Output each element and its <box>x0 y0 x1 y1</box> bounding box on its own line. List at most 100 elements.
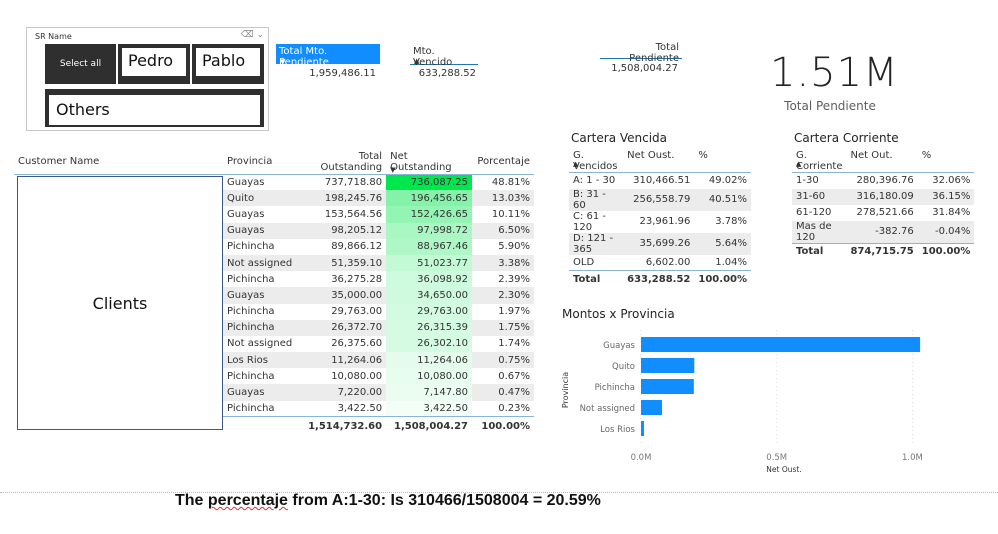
column-header-g-corriente[interactable]: G. Corriente ▲ <box>792 146 847 173</box>
net-outstanding-cell: 88,967.46 <box>386 238 473 255</box>
bar-guayas <box>641 337 921 352</box>
net-outstanding-cell: 7,147.80 <box>386 384 473 401</box>
x-tick-label: 0.5M <box>766 453 787 463</box>
table-row[interactable]: B: 31 - 60 256,558.79 40.51% <box>569 188 751 211</box>
group-cell: C: 61 - 120 <box>573 210 607 233</box>
slicer-option-select-all[interactable]: Select all <box>45 44 116 84</box>
group-cell: A: 1 - 30 <box>573 175 616 187</box>
group-cell: 61-120 <box>796 207 832 218</box>
slicer-option-label: Pedro <box>122 48 186 76</box>
column-header-g-vencidos[interactable]: G. Vencidos ▲ <box>569 146 624 173</box>
total-outstanding-cell: 26,372.70 <box>296 319 387 336</box>
column-header-total-outstanding[interactable]: Total Outstanding <box>296 150 387 175</box>
net-outstanding-cell: 736,087.25 <box>386 174 473 191</box>
table-total-row: Total 633,288.52 100.00% <box>569 270 751 288</box>
porcentaje-cell: 2.39% <box>498 273 530 285</box>
y-tick-label: Guayas <box>603 341 635 351</box>
provincia-cell: Pichincha <box>227 306 275 318</box>
eraser-icon[interactable]: ⌫ <box>241 30 254 40</box>
table-row[interactable]: 31-60 316,180.09 36.15% <box>792 188 975 205</box>
table-row[interactable]: 1-30 280,396.76 32.06% <box>792 173 974 189</box>
cartera-vencida-table: G. Vencidos ▲ Net Oust. % A: 1 - 30 310,46… <box>569 146 751 288</box>
slicer-option-pedro[interactable]: Pedro <box>118 44 190 84</box>
bar-quito <box>641 358 695 373</box>
kpi-header-total-pendiente[interactable]: Total Pendiente <box>600 40 682 64</box>
percent-cell: 5.64% <box>694 232 751 255</box>
net-cell: 6,602.00 <box>645 256 691 268</box>
provincia-cell: Pichincha <box>227 241 275 253</box>
net-cell: 310,466.51 <box>633 175 691 187</box>
total-outstanding-cell: 10,080.00 <box>331 370 383 382</box>
column-header-provincia[interactable]: Provincia <box>223 150 297 175</box>
porcentaje-cell: 0.75% <box>472 352 534 369</box>
net-cell: 23,961.96 <box>639 216 691 227</box>
misspelled-word: percentaje <box>207 492 288 509</box>
provincia-cell: Pichincha <box>227 402 275 414</box>
slicer-option-pablo[interactable]: Pablo <box>192 44 264 84</box>
net-outstanding-total: 1,508,004.27 <box>386 416 473 435</box>
column-header-porcentaje[interactable]: Porcentaje <box>472 150 534 175</box>
table-total-row: Total 874,715.75 100.00% <box>792 242 975 260</box>
total-outstanding-cell: 3,422.50 <box>337 402 383 414</box>
slicer-option-others[interactable]: Others <box>45 89 264 127</box>
column-header-percent[interactable]: % <box>694 146 751 173</box>
provincia-cell: Guayas <box>227 208 265 220</box>
table-row[interactable]: A: 1 - 30 310,466.51 49.02% <box>569 173 751 189</box>
porcentaje-cell: 48.81% <box>491 176 530 188</box>
group-cell: D: 121 - 365 <box>569 232 624 255</box>
sort-desc-icon: ▼ <box>390 165 396 174</box>
net-outstanding-cell: 36,098.92 <box>386 271 473 288</box>
net-total: 633,288.52 <box>623 270 695 288</box>
kpi-header-mto-vencido[interactable]: Mto. Vencido ▲ <box>410 44 478 68</box>
provincia-cell: Guayas <box>223 287 297 304</box>
table-row[interactable]: D: 121 - 365 35,699.26 5.64% <box>569 232 751 255</box>
chevron-down-icon[interactable]: ⌄ <box>256 30 264 40</box>
kpi-value-total-mto-pendiente: 1,959,486.11 <box>309 68 376 79</box>
sr-name-slicer: SR Name ⌫ ⌄ Select all Pedro Pablo Other… <box>26 27 269 131</box>
column-header-percent[interactable]: % <box>917 146 975 173</box>
column-header-customer-name[interactable]: Customer Name <box>14 150 224 175</box>
y-tick-label: Not assigned <box>580 404 635 414</box>
kpi-header-total-mto-pendiente[interactable]: Total Mto. Pendiente ▼ <box>276 44 380 68</box>
table-row[interactable]: 61-120 278,521.66 31.84% <box>792 205 974 221</box>
porcentaje-cell: 6.50% <box>472 222 534 239</box>
net-outstanding-cell: 97,998.72 <box>386 222 473 239</box>
percent-cell: -0.04% <box>917 220 975 243</box>
porcentaje-total: 100.00% <box>472 416 534 435</box>
percent-cell: 1.04% <box>715 256 747 268</box>
column-header-label: G. Vencidos <box>573 150 618 172</box>
net-cell: 35,699.26 <box>623 232 695 255</box>
slicer-title: SR Name <box>35 32 72 41</box>
net-outstanding-cell: 196,456.65 <box>386 190 473 207</box>
porcentaje-cell: 13.03% <box>472 190 534 207</box>
table-row[interactable]: C: 61 - 120 23,961.96 3.78% <box>569 211 751 233</box>
cartera-corriente-title: Cartera Corriente <box>794 131 899 145</box>
provincia-cell: Pichincha <box>223 319 297 336</box>
net-outstanding-cell: 152,426.65 <box>386 206 473 223</box>
provincia-cell: Guayas <box>223 384 297 401</box>
net-total: 874,715.75 <box>846 242 918 260</box>
group-cell: B: 31 - 60 <box>569 188 624 211</box>
provincia-cell: Pichincha <box>227 273 275 285</box>
column-header-net-oust[interactable]: Net Oust. <box>623 146 695 173</box>
total-outstanding-cell: 11,264.06 <box>296 352 387 369</box>
porcentaje-cell: 2.30% <box>472 287 534 304</box>
total-outstanding-cell: 26,375.60 <box>331 338 383 350</box>
table-row[interactable]: Mas de 120 -382.76 -0.04% <box>792 220 975 243</box>
kpi-value-mto-vencido: 633,288.52 <box>418 68 476 79</box>
net-cell: 256,558.79 <box>623 188 695 211</box>
kpi-value-total-pendiente: 1,508,004.27 <box>611 63 678 74</box>
total-outstanding-cell: 7,220.00 <box>296 384 387 401</box>
column-header-net-out[interactable]: Net Out. <box>846 146 918 173</box>
provincia-cell: Guayas <box>227 176 265 188</box>
porcentaje-cell: 1.75% <box>472 319 534 336</box>
total-outstanding-cell: 737,718.80 <box>324 176 383 188</box>
table-row[interactable]: OLD 6,602.00 1.04% <box>569 255 751 271</box>
total-outstanding-cell: 51,359.10 <box>296 254 387 272</box>
total-label: Total <box>569 270 624 288</box>
sort-asc-icon: ▲ <box>796 160 802 168</box>
total-outstanding-cell: 198,245.76 <box>296 190 387 207</box>
bar-not-assigned <box>641 400 662 415</box>
porcentaje-cell: 3.38% <box>472 254 534 272</box>
column-header-net-outstanding[interactable]: Net Outstanding ▼ <box>386 150 473 175</box>
